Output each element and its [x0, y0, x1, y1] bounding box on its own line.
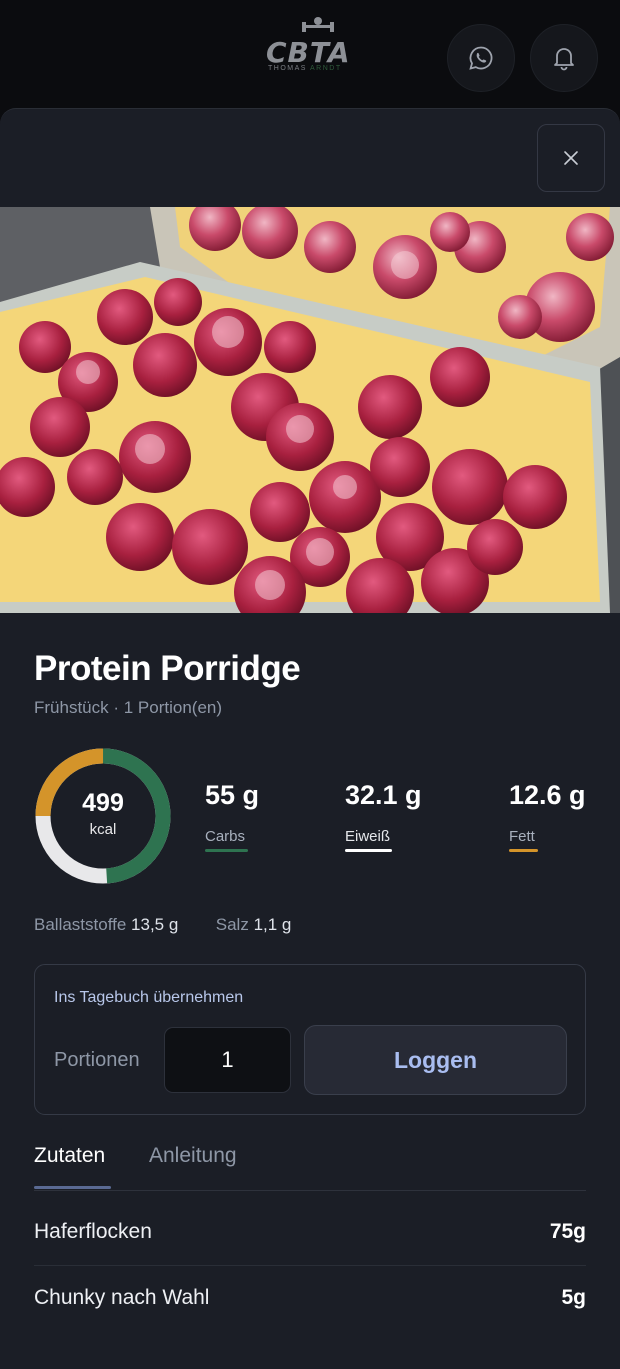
ingredient-amount: 75g	[549, 1220, 586, 1243]
macro-protein: 32.1 g Eiweiß	[345, 780, 422, 852]
macro-carbs-value: 55 g	[205, 780, 260, 810]
log-heading: Ins Tagebuch übernehmen	[54, 989, 244, 1006]
ingredient-name: Chunky nach Wahl	[34, 1286, 210, 1309]
salt-value: 1,1 g	[253, 915, 292, 934]
nutrient-extras: Ballaststoffe 13,5 g Salz 1,1 g	[34, 915, 291, 935]
fiber-label: Ballaststoffe	[34, 915, 127, 934]
top-bar: CBTA THOMAS ARNDT	[0, 0, 620, 110]
porridge-image	[0, 207, 620, 613]
recipe-subtitle: Frühstück · 1 Portion(en)	[34, 698, 223, 717]
tab-ingredients[interactable]: Zutaten	[34, 1144, 105, 1168]
ingredient-amount: 5g	[561, 1286, 586, 1309]
tab-instructions[interactable]: Anleitung	[149, 1144, 237, 1168]
kcal-value: 499	[82, 789, 124, 817]
recipe-title: Protein Porridge	[34, 649, 301, 688]
ingredient-row: Chunky nach Wahl 5g	[34, 1265, 586, 1331]
brand-logo: CBTA THOMAS ARNDT	[262, 16, 358, 74]
macro-carbs: 55 g Carbs	[205, 780, 259, 852]
macro-protein-label: Eiweiß	[345, 828, 391, 845]
ingredient-row: Haferflocken 75g	[34, 1199, 586, 1266]
log-to-diary-card: Ins Tagebuch übernehmen Portionen 1 Logg…	[34, 964, 586, 1115]
macro-fat: 12.6 g Fett	[509, 780, 586, 852]
recipe-tabs: Zutaten Anleitung	[34, 1139, 586, 1191]
whatsapp-button[interactable]	[447, 24, 515, 92]
recipe-photo	[0, 207, 620, 613]
macro-carbs-bar	[205, 849, 248, 852]
close-icon	[564, 151, 578, 165]
macro-fat-label: Fett	[509, 828, 535, 845]
macro-protein-bar	[345, 849, 392, 852]
macro-carbs-label: Carbs	[205, 828, 246, 845]
salt-label: Salz	[215, 915, 249, 934]
whatsapp-icon	[469, 46, 493, 70]
notifications-button[interactable]	[530, 24, 598, 92]
log-button[interactable]: Loggen	[304, 1025, 567, 1095]
macro-protein-value: 32.1 g	[345, 780, 422, 810]
portions-input[interactable]: 1	[164, 1027, 291, 1093]
dumbbell-logo-icon	[302, 17, 334, 32]
fiber-value: 13,5 g	[131, 915, 179, 934]
macro-fat-value: 12.6 g	[509, 780, 586, 810]
kcal-label: kcal	[89, 821, 117, 838]
portions-label: Portionen	[54, 1049, 140, 1071]
bell-icon	[554, 48, 574, 71]
logo-subtext: THOMAS ARNDT	[268, 65, 342, 72]
ingredient-name: Haferflocken	[34, 1220, 152, 1243]
macro-fat-bar	[509, 849, 538, 852]
recipe-sheet: Protein Porridge Frühstück · 1 Portion(e…	[0, 108, 620, 1369]
close-button[interactable]	[537, 124, 605, 192]
active-tab-indicator	[34, 1186, 111, 1189]
